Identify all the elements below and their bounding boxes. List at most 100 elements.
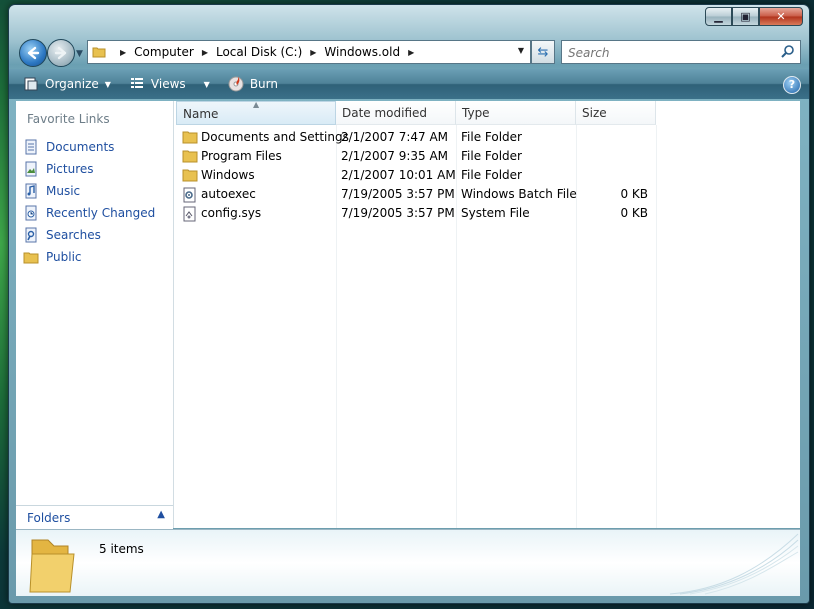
sort-ascending-icon: ▲ xyxy=(253,100,260,109)
column-header-label: Date modified xyxy=(342,106,428,120)
folder-icon xyxy=(92,47,106,58)
file-name: Documents and Settings xyxy=(201,130,349,144)
folder-icon xyxy=(29,539,75,593)
file-date: 7/19/2005 3:57 PM xyxy=(341,187,455,201)
documents-icon xyxy=(23,139,39,155)
organize-label: Organize xyxy=(45,77,99,91)
favorite-link-searches[interactable]: Searches xyxy=(16,224,173,246)
file-name: config.sys xyxy=(201,206,262,220)
search-box xyxy=(561,40,801,64)
breadcrumb-computer[interactable]: Computer xyxy=(134,45,194,59)
file-type: File Folder xyxy=(461,168,522,182)
organize-icon xyxy=(24,77,38,91)
folders-toggle[interactable]: Folders ▲ xyxy=(16,505,173,529)
column-header-label: Name xyxy=(183,107,219,121)
system-file-icon xyxy=(182,206,198,222)
file-row-program-files[interactable]: Program Files 2/1/2007 9:35 AM File Fold… xyxy=(174,147,656,166)
maximize-button[interactable]: ▣ xyxy=(732,7,759,26)
recent-pages-chevron-icon[interactable]: ▼ xyxy=(76,49,83,59)
command-bar: Organize ▼ Views ▼ Burn ? xyxy=(9,69,809,99)
favorite-link-public[interactable]: Public xyxy=(16,246,173,268)
chevron-down-icon: ▼ xyxy=(104,79,111,89)
help-button[interactable]: ? xyxy=(783,76,801,94)
favorite-link-label: Documents xyxy=(46,140,115,154)
burn-label: Burn xyxy=(249,77,278,91)
chevron-up-icon: ▲ xyxy=(157,509,165,520)
column-header-name[interactable]: ▲ Name xyxy=(176,100,336,125)
column-header-type[interactable]: Type xyxy=(456,101,576,125)
file-type: System File xyxy=(461,206,530,220)
file-date: 7/19/2005 3:57 PM xyxy=(341,206,455,220)
file-name: Program Files xyxy=(201,149,282,163)
breadcrumb-separator-icon[interactable]: ▶ xyxy=(310,48,316,57)
searches-icon xyxy=(23,227,39,243)
favorite-links-header: Favorite Links xyxy=(27,112,110,126)
column-header-label: Type xyxy=(462,106,490,120)
details-pane: 5 items xyxy=(16,529,800,596)
file-date: 2/1/2007 10:01 AM xyxy=(341,168,456,182)
batch-file-icon xyxy=(182,187,198,203)
file-row-config-sys[interactable]: config.sys 7/19/2005 3:57 PM System File… xyxy=(174,204,656,223)
column-headers: ▲ Name Date modified Type Size xyxy=(174,100,800,125)
favorite-link-pictures[interactable]: Pictures xyxy=(16,158,173,180)
column-header-size[interactable]: Size xyxy=(576,101,656,125)
favorite-link-label: Music xyxy=(46,184,81,198)
file-row-autoexec[interactable]: autoexec 7/19/2005 3:57 PM Windows Batch… xyxy=(174,185,656,204)
favorite-link-label: Pictures xyxy=(46,162,94,176)
breadcrumb-local-disk[interactable]: Local Disk (C:) xyxy=(216,45,302,59)
breadcrumb-separator-icon[interactable]: ▶ xyxy=(408,48,414,57)
back-arrow-icon xyxy=(27,46,40,60)
favorite-link-music[interactable]: Music xyxy=(16,180,173,202)
navigation-pane: Favorite Links Documents Pictures Music … xyxy=(16,101,174,528)
favorite-link-documents[interactable]: Documents xyxy=(16,136,173,158)
recently-changed-icon xyxy=(23,205,39,221)
refresh-icon: ⇆ xyxy=(537,44,549,60)
close-button[interactable]: ✕ xyxy=(759,7,803,26)
breadcrumb-separator-icon[interactable]: ▶ xyxy=(202,48,208,57)
file-row-documents-and-settings[interactable]: Documents and Settings 2/1/2007 7:47 AM … xyxy=(174,128,656,147)
organize-button[interactable]: Organize ▼ xyxy=(19,72,115,96)
address-bar[interactable]: ▶ Computer ▶ Local Disk (C:) ▶ Windows.o… xyxy=(87,40,531,64)
folder-icon xyxy=(182,130,198,146)
favorite-link-label: Recently Changed xyxy=(46,206,156,220)
file-date: 2/1/2007 9:35 AM xyxy=(341,149,449,163)
favorite-link-label: Public xyxy=(46,250,82,264)
forward-arrow-icon xyxy=(54,46,67,60)
music-icon xyxy=(23,183,39,199)
breadcrumb: ▶ Computer ▶ Local Disk (C:) ▶ Windows.o… xyxy=(112,45,422,59)
search-icon[interactable] xyxy=(781,44,795,58)
favorite-link-label: Searches xyxy=(46,228,101,242)
chevron-down-icon: ▼ xyxy=(203,79,210,89)
folders-label: Folders xyxy=(27,510,71,525)
file-name: Windows xyxy=(201,168,255,182)
breadcrumb-separator-icon[interactable]: ▶ xyxy=(120,48,126,57)
views-label: Views xyxy=(150,77,186,91)
file-name: autoexec xyxy=(201,187,256,201)
minimize-button[interactable]: ▁ xyxy=(705,7,732,26)
views-button[interactable]: Views ▼ xyxy=(125,72,214,96)
file-date: 2/1/2007 7:47 AM xyxy=(341,130,449,144)
file-type: File Folder xyxy=(461,130,522,144)
file-size: 0 KB xyxy=(620,187,648,201)
favorite-links-list: Documents Pictures Music Recently Change… xyxy=(16,136,173,268)
explorer-window: ▁ ▣ ✕ ▼ ▶ Computer ▶ Local Disk (C:) ▶ W… xyxy=(8,4,810,604)
folder-icon xyxy=(182,149,198,165)
favorite-link-recently-changed[interactable]: Recently Changed xyxy=(16,202,173,224)
folder-icon xyxy=(182,168,198,184)
file-type: Windows Batch File xyxy=(461,187,577,201)
burn-disc-icon xyxy=(228,76,244,92)
folder-icon xyxy=(23,249,39,265)
file-row-windows[interactable]: Windows 2/1/2007 10:01 AM File Folder xyxy=(174,166,656,185)
file-size: 0 KB xyxy=(620,206,648,220)
column-divider xyxy=(656,125,657,528)
forward-button[interactable] xyxy=(47,39,75,67)
address-dropdown-icon[interactable]: ▼ xyxy=(518,46,524,55)
search-input[interactable] xyxy=(566,43,770,63)
column-header-label: Size xyxy=(582,106,607,120)
back-button[interactable] xyxy=(19,39,47,67)
item-count: 5 items xyxy=(99,542,144,556)
caption-buttons: ▁ ▣ ✕ xyxy=(705,7,803,26)
breadcrumb-windows-old[interactable]: Windows.old xyxy=(324,45,400,59)
refresh-button[interactable]: ⇆ xyxy=(531,40,555,64)
column-header-date[interactable]: Date modified xyxy=(336,101,456,125)
